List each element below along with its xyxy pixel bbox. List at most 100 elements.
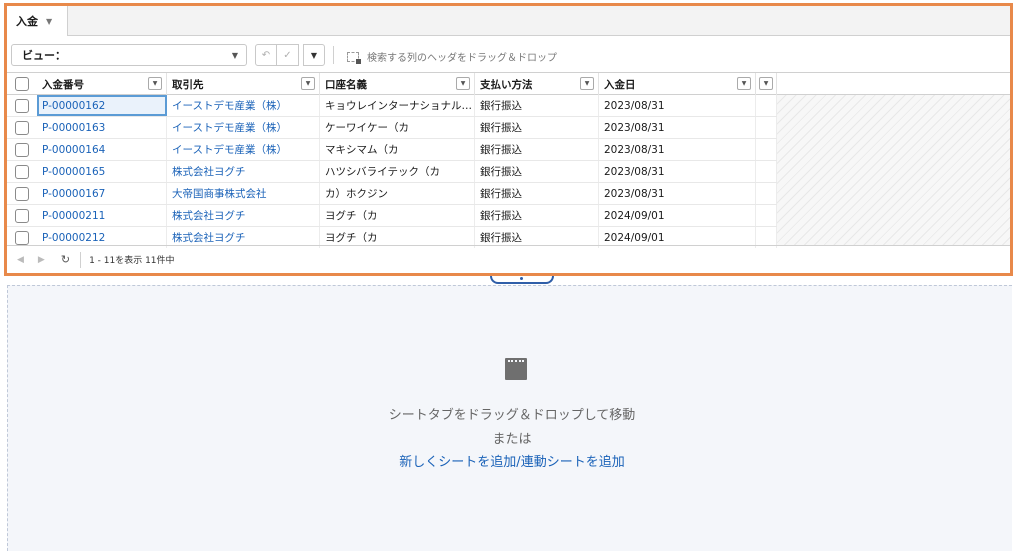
chevron-down-icon: ▼ [231, 50, 238, 60]
payment-no-cell[interactable]: P-00000164 [37, 139, 167, 160]
group-hint-text: 検索する列のヘッダをドラッグ＆ドロップ [367, 53, 557, 64]
method-cell[interactable]: 銀行振込 [475, 117, 599, 138]
group-drop-hint[interactable]: 検索する列のヘッダをドラッグ＆ドロップ [347, 49, 557, 64]
row-select-cell [7, 165, 37, 179]
holder-cell[interactable]: ハツシバライテック（カ [320, 161, 475, 182]
table-row[interactable]: P-00000165 株式会社ヨグチ ハツシバライテック（カ 銀行振込 2023… [7, 161, 777, 183]
resize-handle[interactable] [490, 276, 554, 284]
column-header-extra[interactable]: ▼ [756, 73, 777, 95]
row-select-cell [7, 121, 37, 135]
prev-page-icon[interactable]: ◀ [17, 255, 24, 265]
date-cell[interactable]: 2024/09/01 [599, 205, 756, 226]
row-checkbox[interactable] [15, 143, 29, 157]
extra-cell[interactable] [756, 183, 777, 204]
account-cell[interactable]: 株式会社ヨグチ [167, 161, 320, 182]
row-select-cell [7, 231, 37, 245]
toolbar-divider [333, 46, 334, 64]
drop-hint-text: シートタブをドラッグ＆ドロップして移動 [388, 408, 636, 423]
view-select[interactable]: ビュー： ▼ [11, 44, 247, 66]
method-cell[interactable]: 銀行振込 [475, 139, 599, 160]
column-header-label: 口座名義 [325, 78, 367, 91]
method-cell[interactable]: 銀行振込 [475, 161, 599, 182]
date-cell[interactable]: 2023/08/31 [599, 161, 756, 182]
row-checkbox[interactable] [15, 165, 29, 179]
method-cell[interactable]: 銀行振込 [475, 205, 599, 226]
holder-cell[interactable]: カ）ホクジン [320, 183, 475, 204]
undo-icon: ↶ [261, 49, 271, 61]
holder-cell[interactable]: ケーワイケー（カ [320, 117, 475, 138]
select-all-cell [7, 77, 37, 91]
apply-button[interactable]: ✓ [277, 44, 299, 66]
add-linked-sheet-link[interactable]: 連動シートを追加 [521, 455, 625, 470]
account-cell[interactable]: イーストデモ産業（株） [167, 117, 320, 138]
toolbar: ビュー： ▼ ↶ ✓ ▼ 検索する列のヘッダをドラッグ＆ドロップ [7, 36, 1010, 73]
account-cell[interactable]: イーストデモ産業（株） [167, 95, 320, 116]
payment-no-cell[interactable]: P-00000162 [37, 95, 167, 116]
chevron-down-icon[interactable]: ▼ [46, 17, 52, 26]
account-cell[interactable]: イーストデモ産業（株） [167, 139, 320, 160]
account-cell[interactable]: 株式会社ヨグチ [167, 205, 320, 226]
filter-dropdown-icon[interactable]: ▼ [456, 77, 470, 90]
table-row[interactable]: P-00000167 大帝国商事株式会社 カ）ホクジン 銀行振込 2023/08… [7, 183, 777, 205]
row-select-cell [7, 99, 37, 113]
filter-dropdown-icon[interactable]: ▼ [737, 77, 751, 90]
extra-cell[interactable] [756, 161, 777, 182]
payment-no-cell[interactable]: P-00000167 [37, 183, 167, 204]
data-grid: 入金番号 ▼ 取引先 ▼ 口座名義 ▼ 支払い方法 ▼ 入金日 ▼ ▼ P-00… [7, 73, 1010, 248]
sheet-icon [505, 358, 527, 380]
method-cell[interactable]: 銀行振込 [475, 95, 599, 116]
undo-button[interactable]: ↶ [255, 44, 277, 66]
column-header-holder[interactable]: 口座名義 ▼ [320, 73, 475, 95]
add-sheet-link[interactable]: 新しくシートを追加 [399, 455, 516, 470]
row-checkbox[interactable] [15, 209, 29, 223]
column-header-payment-no[interactable]: 入金番号 ▼ [37, 73, 167, 95]
payment-no-cell[interactable]: P-00000163 [37, 117, 167, 138]
grid-empty-area [777, 95, 1010, 245]
column-header-label: 入金番号 [42, 78, 84, 91]
chevron-down-icon: ▼ [310, 50, 318, 60]
filter-dropdown-icon[interactable]: ▼ [148, 77, 162, 90]
extra-cell[interactable] [756, 117, 777, 138]
group-by-icon [347, 51, 361, 64]
row-checkbox[interactable] [15, 187, 29, 201]
row-checkbox[interactable] [15, 99, 29, 113]
row-checkbox[interactable] [15, 121, 29, 135]
account-cell[interactable]: 大帝国商事株式会社 [167, 183, 320, 204]
row-checkbox[interactable] [15, 231, 29, 245]
holder-cell[interactable]: キョウレインターナショナル… [320, 95, 475, 116]
sheet-tab[interactable]: 入金 ▼ [7, 6, 68, 36]
holder-cell[interactable]: マキシマム（カ [320, 139, 475, 160]
column-header-label: 支払い方法 [480, 78, 533, 91]
table-row[interactable]: P-00000211 株式会社ヨグチ ヨグチ（カ 銀行振込 2024/09/01 [7, 205, 777, 227]
sheet-tab-bar: 入金 ▼ [7, 6, 1010, 36]
row-select-cell [7, 209, 37, 223]
date-cell[interactable]: 2023/08/31 [599, 95, 756, 116]
table-row[interactable]: P-00000163 イーストデモ産業（株） ケーワイケー（カ 銀行振込 202… [7, 117, 777, 139]
payment-no-cell[interactable]: P-00000165 [37, 161, 167, 182]
grid-header: 入金番号 ▼ 取引先 ▼ 口座名義 ▼ 支払い方法 ▼ 入金日 ▼ ▼ [7, 73, 1010, 95]
extra-cell[interactable] [756, 139, 777, 160]
holder-cell[interactable]: ヨグチ（カ [320, 205, 475, 226]
table-row[interactable]: P-00000164 イーストデモ産業（株） マキシマム（カ 銀行振込 2023… [7, 139, 777, 161]
column-header-account[interactable]: 取引先 ▼ [167, 73, 320, 95]
next-page-icon[interactable]: ▶ [38, 255, 45, 265]
extra-cell[interactable] [756, 205, 777, 226]
select-all-checkbox[interactable] [15, 77, 29, 91]
column-header-date[interactable]: 入金日 ▼ [599, 73, 756, 95]
extra-cell[interactable] [756, 95, 777, 116]
payment-no-cell[interactable]: P-00000211 [37, 205, 167, 226]
column-header-method[interactable]: 支払い方法 ▼ [475, 73, 599, 95]
method-cell[interactable]: 銀行振込 [475, 183, 599, 204]
row-select-cell [7, 143, 37, 157]
table-row[interactable]: P-00000162 イーストデモ産業（株） キョウレインターナショナル… 銀行… [7, 95, 777, 117]
date-cell[interactable]: 2023/08/31 [599, 117, 756, 138]
filter-dropdown-icon[interactable]: ▼ [759, 77, 773, 90]
more-actions-button[interactable]: ▼ [303, 44, 325, 66]
filter-dropdown-icon[interactable]: ▼ [301, 77, 315, 90]
status-bar: ◀ ▶ ↻ 1 - 11を表示 11件中 [7, 245, 1010, 273]
sheet-tab-label: 入金 [16, 15, 38, 28]
date-cell[interactable]: 2023/08/31 [599, 183, 756, 204]
filter-dropdown-icon[interactable]: ▼ [580, 77, 594, 90]
refresh-icon[interactable]: ↻ [61, 253, 70, 266]
date-cell[interactable]: 2023/08/31 [599, 139, 756, 160]
